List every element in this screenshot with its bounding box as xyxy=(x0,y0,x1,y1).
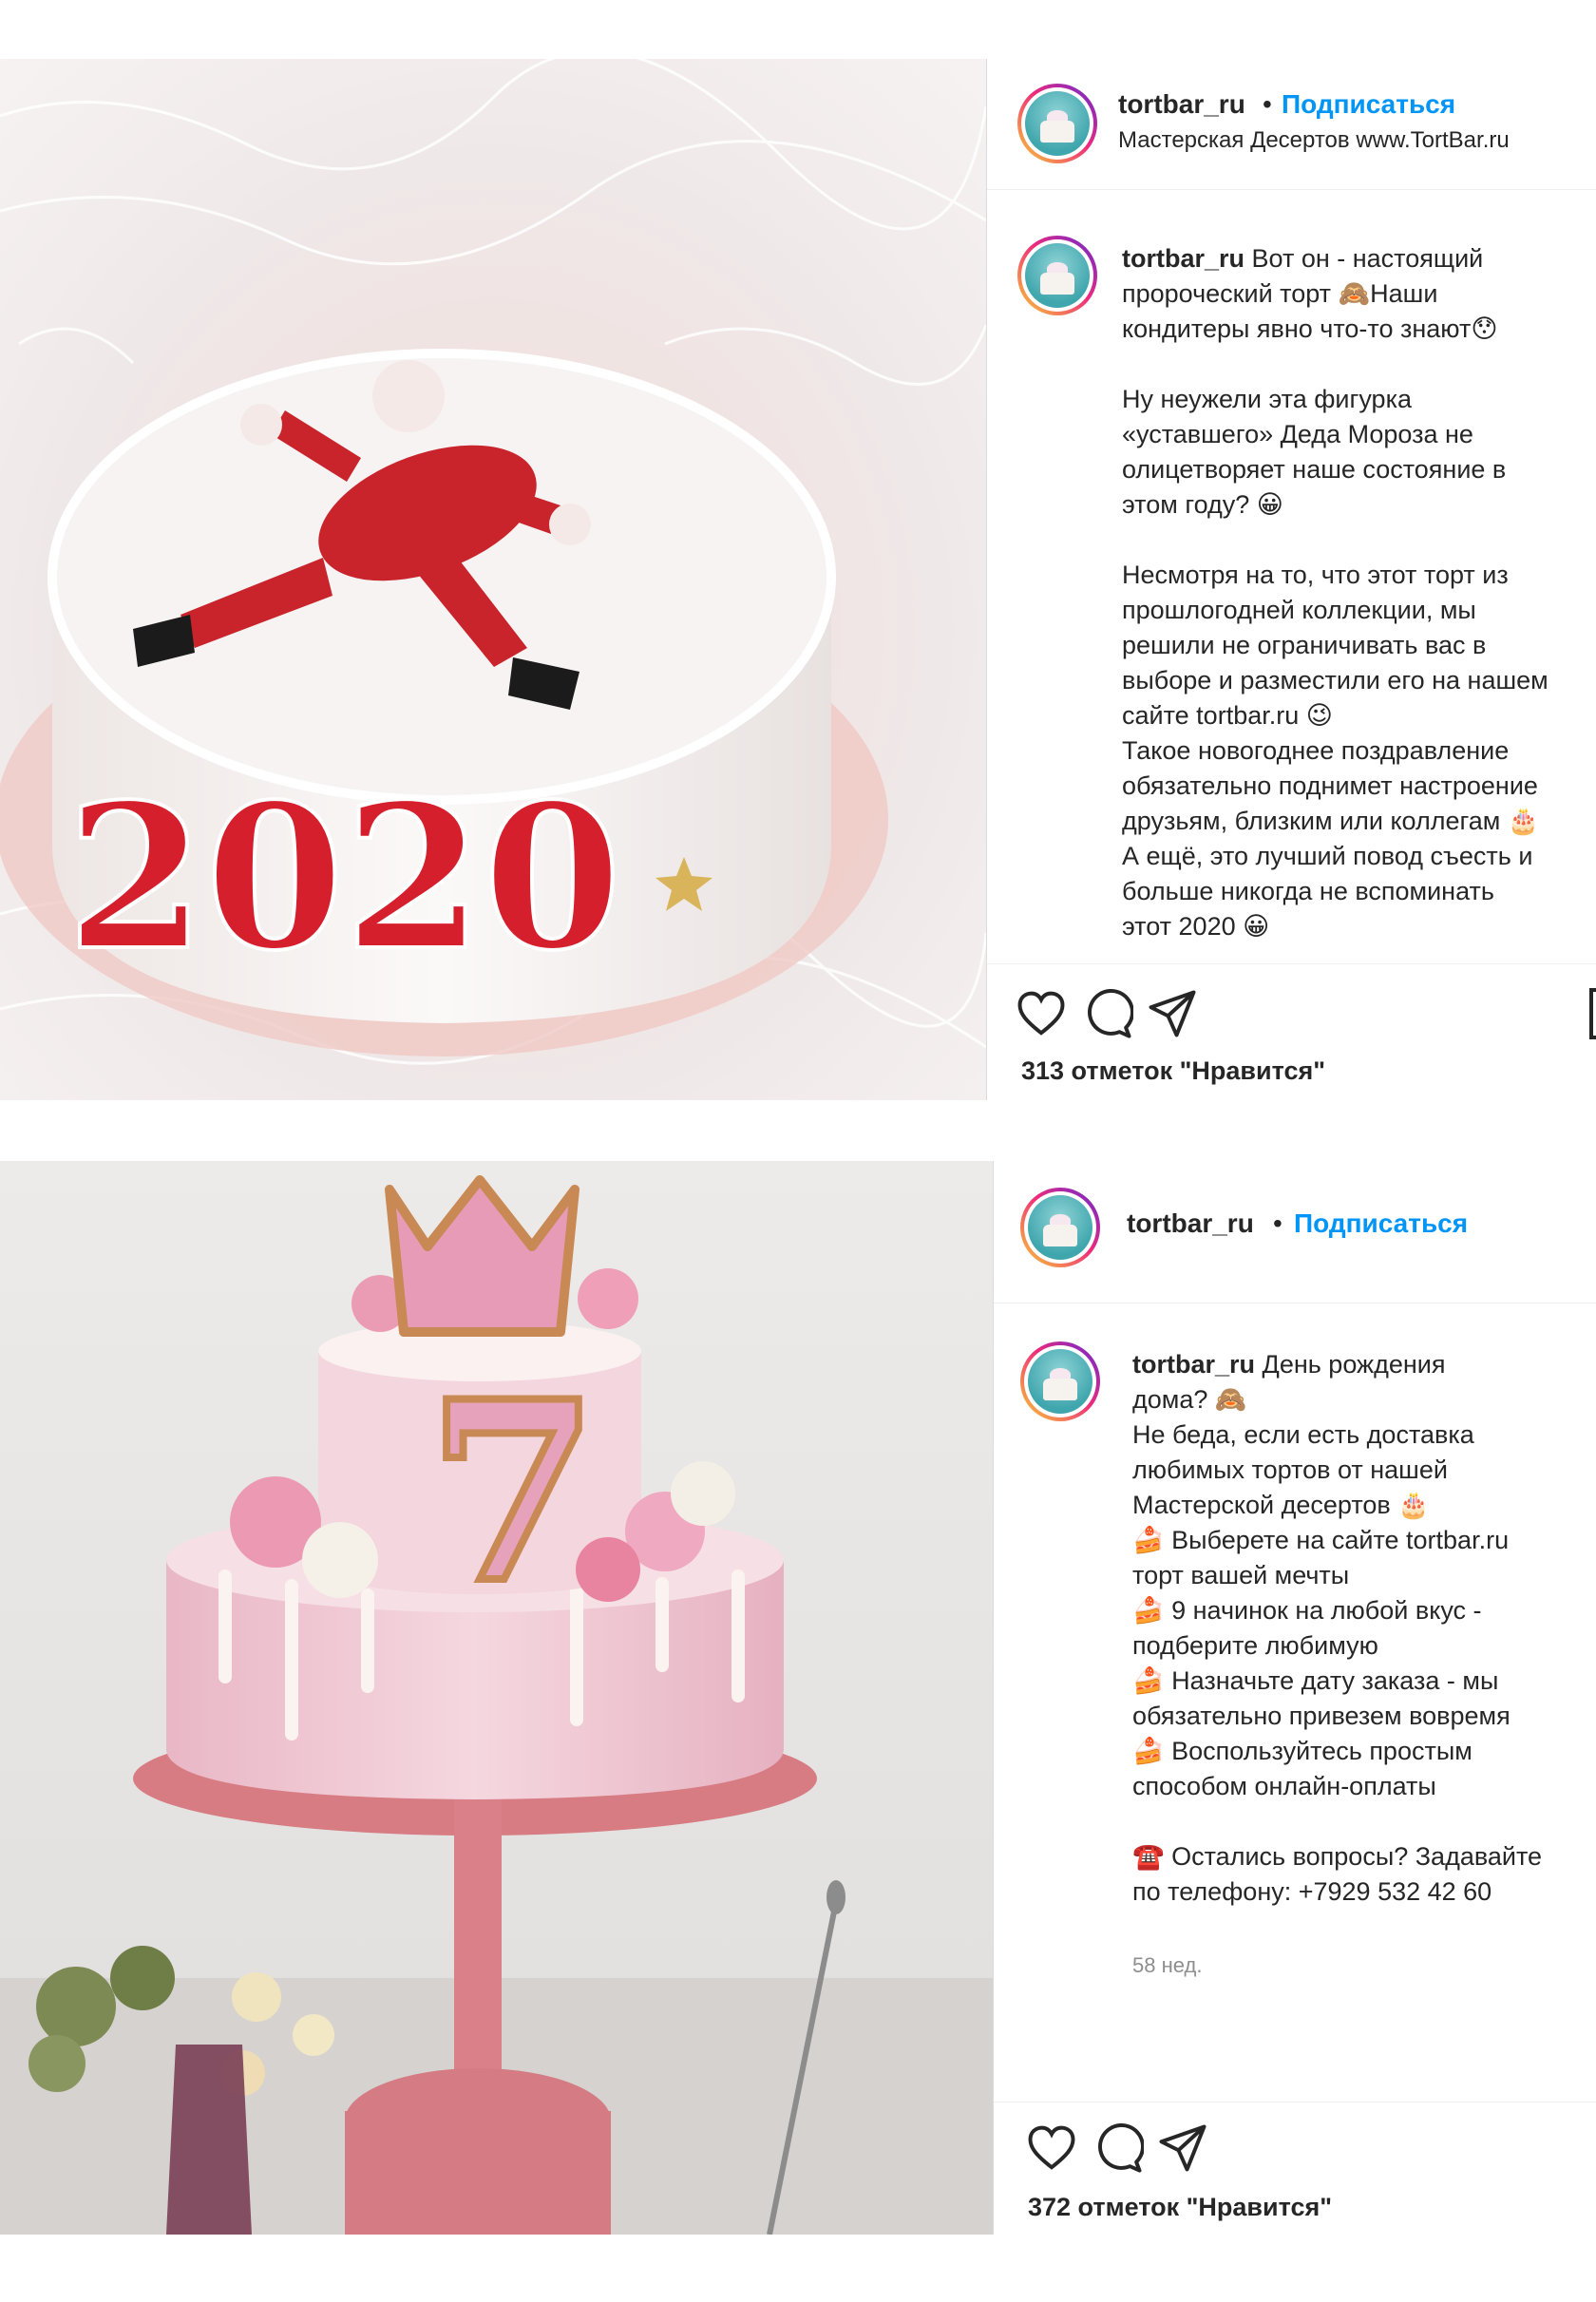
post-2: 7 tortbar_ru • Подписаться tortbar_ru Де… xyxy=(0,1161,1596,2235)
likes-count[interactable]: 372 отметок "Нравится" xyxy=(1028,2193,1332,2222)
caption-text: Вот он - настоящий пророческий торт 🙈Наш… xyxy=(1122,244,1548,941)
actions-divider xyxy=(987,963,1596,964)
post-caption: tortbar_ru Вот он - настоящий пророчески… xyxy=(1122,241,1596,944)
post-sidebar: tortbar_ru • Подписаться tortbar_ru День… xyxy=(993,1161,1596,2235)
separator-dot: • xyxy=(1263,89,1272,119)
cake-photo-birthday: 7 xyxy=(0,1161,993,2235)
post-header: tortbar_ru • Подписаться xyxy=(994,1161,1596,1303)
username-link[interactable]: tortbar_ru xyxy=(1127,1208,1254,1239)
caption-username[interactable]: tortbar_ru xyxy=(1122,244,1244,273)
cake-number-text: 7 xyxy=(428,1348,599,1638)
caption-text: День рождения дома? 🙈 Не беда, если есть… xyxy=(1132,1350,1543,1906)
post-sidebar: tortbar_ru • Подписаться Мастерская Десе… xyxy=(986,59,1596,1100)
username-link[interactable]: tortbar_ru xyxy=(1118,89,1245,120)
caption-avatar[interactable] xyxy=(1017,236,1097,315)
follow-button[interactable]: Подписаться xyxy=(1294,1208,1468,1239)
heart-icon[interactable] xyxy=(1016,988,1067,1039)
post-timestamp[interactable]: 58 нед. xyxy=(1132,1953,1202,1978)
post-header: tortbar_ru • Подписаться Мастерская Десе… xyxy=(987,59,1596,190)
separator-dot: • xyxy=(1273,1208,1282,1238)
caption-avatar[interactable] xyxy=(1020,1341,1100,1421)
avatar[interactable] xyxy=(1017,84,1097,163)
share-icon[interactable] xyxy=(1147,988,1198,1039)
post-1: 2020 tortbar_ru • Подписаться Мастерская… xyxy=(0,59,1596,1100)
likes-count[interactable]: 313 отметок "Нравится" xyxy=(1021,1056,1325,1086)
heart-icon[interactable] xyxy=(1026,2122,1077,2174)
comment-icon[interactable] xyxy=(1082,988,1134,1039)
caption-username[interactable]: tortbar_ru xyxy=(1132,1350,1255,1379)
cake-number-text: 2020 xyxy=(66,760,621,995)
account-bio: Мастерская Десертов www.TortBar.ru xyxy=(1118,127,1510,153)
post-caption: tortbar_ru День рождения дома? 🙈 Не беда… xyxy=(1132,1347,1596,1910)
comment-icon[interactable] xyxy=(1092,2122,1145,2174)
post-photo[interactable]: 2020 xyxy=(0,59,986,1100)
follow-button[interactable]: Подписаться xyxy=(1282,89,1455,120)
cake-photo-2020: 2020 xyxy=(0,59,986,1100)
post-photo[interactable]: 7 xyxy=(0,1161,993,2235)
avatar[interactable] xyxy=(1020,1188,1100,1267)
share-icon[interactable] xyxy=(1157,2122,1208,2174)
bookmark-icon[interactable] xyxy=(1589,988,1596,1039)
